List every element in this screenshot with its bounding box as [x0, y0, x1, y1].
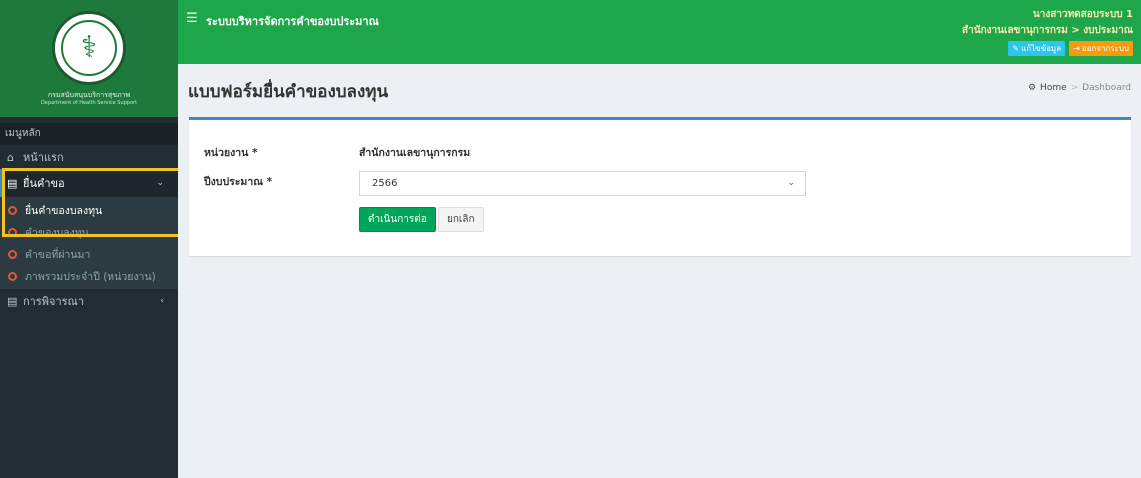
- logo-caption-en: Department of Health Service Support: [40, 99, 138, 106]
- sidebar-item-consideration[interactable]: ▤ การพิจารณา ‹: [0, 289, 178, 313]
- submenu-item-annual-overview[interactable]: ภาพรวมประจำปี (หน่วยงาน): [0, 265, 178, 287]
- dashboard-icon: ⚙: [1027, 83, 1037, 93]
- sidebar-item-submit-request[interactable]: ▤ ยื่นคำขอ ⌄: [0, 169, 178, 197]
- form-box: หน่วยงาน * สำนักงานเลขานุการกรม ปีงบประม…: [189, 117, 1131, 256]
- user-name: นางสาวทดสอบระบบ 1: [1032, 9, 1133, 20]
- breadcrumb: ⚙ Home > Dashboard: [1027, 83, 1131, 93]
- chevron-left-icon: ‹: [160, 296, 164, 306]
- home-icon: ⌂: [7, 150, 14, 164]
- submenu-item-submit-investment[interactable]: ยื่นคำของบลงทุน: [0, 199, 178, 221]
- circle-icon: [8, 271, 17, 281]
- hamburger-menu-icon[interactable]: ☰: [186, 11, 198, 26]
- app-title: ระบบบริหารจัดการคำของบประมาณ: [206, 15, 379, 28]
- chevron-down-icon: ⌄: [156, 178, 164, 188]
- submenu-item-past-requests[interactable]: คำขอที่ผ่านมา: [0, 243, 178, 265]
- circle-icon: [8, 249, 17, 259]
- document-icon: ▤: [7, 176, 18, 190]
- fiscal-year-select[interactable]: 2566 ⌄: [359, 171, 806, 196]
- logout-button[interactable]: ⇥ ออกจากระบบ: [1069, 41, 1133, 56]
- circle-icon: [8, 205, 17, 215]
- page-title: แบบฟอร์มยื่นคำของบลงทุน: [188, 82, 389, 102]
- edit-icon: ✎: [1012, 44, 1020, 53]
- unit-value: สำนักงานเลขานุการกรม: [359, 147, 471, 159]
- fiscal-year-value: 2566: [372, 178, 398, 189]
- cancel-button[interactable]: ยกเลิก: [438, 207, 484, 232]
- main-content: แบบฟอร์มยื่นคำของบลงทุน ⚙ Home > Dashboa…: [178, 64, 1141, 478]
- breadcrumb-current: Dashboard: [1082, 83, 1131, 93]
- user-block: นางสาวทดสอบระบบ 1 สำนักงานเลขานุการกรม >…: [962, 7, 1133, 56]
- logo[interactable]: ⚕ กรมสนับสนุนบริการสุขภาพ Department of …: [0, 0, 178, 117]
- edit-profile-button[interactable]: ✎ แก้ไขข้อมูล: [1008, 41, 1066, 56]
- sidebar: ⚕ กรมสนับสนุนบริการสุขภาพ Department of …: [0, 0, 178, 478]
- unit-label: หน่วยงาน *: [204, 147, 258, 159]
- breadcrumb-home[interactable]: Home: [1040, 83, 1067, 93]
- chevron-down-icon: ⌄: [787, 178, 795, 188]
- sidebar-item-label: ยื่นคำขอ: [23, 177, 65, 190]
- logout-icon: ⇥: [1073, 44, 1080, 53]
- sidebar-item-label: การพิจารณา: [23, 295, 84, 308]
- menu-header: เมนูหลัก: [0, 123, 178, 145]
- topbar: ☰ ระบบบริหารจัดการคำของบประมาณ นางสาวทดส…: [178, 0, 1141, 64]
- circle-icon: [8, 227, 17, 237]
- logo-caption: กรมสนับสนุนบริการสุขภาพ: [47, 91, 131, 100]
- year-label: ปีงบประมาณ *: [204, 176, 273, 188]
- sidebar-item-home[interactable]: ⌂ หน้าแรก: [0, 145, 178, 169]
- proceed-button[interactable]: ดำเนินการต่อ: [359, 207, 436, 232]
- ministry-seal-icon: ⚕: [52, 11, 126, 86]
- user-org: สำนักงานเลขานุการกรม > งบประมาณ: [962, 25, 1133, 36]
- submenu: ยื่นคำของบลงทุน คำของบลงทุน คำขอที่ผ่านม…: [0, 197, 178, 289]
- document-icon: ▤: [7, 294, 18, 308]
- submenu-item-investment-requests[interactable]: คำของบลงทุน: [0, 221, 178, 243]
- sidebar-item-label: หน้าแรก: [23, 151, 64, 164]
